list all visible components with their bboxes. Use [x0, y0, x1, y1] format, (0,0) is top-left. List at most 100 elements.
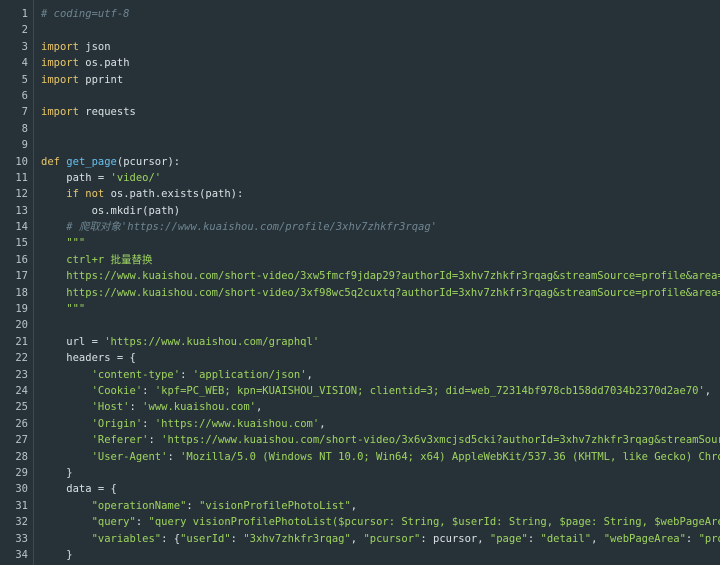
code-line[interactable]: 16 ctrl+r 批量替换	[0, 252, 720, 268]
code-area[interactable]: 1 # coding=utf-8 2 3 import json 4 import os.p…	[0, 6, 720, 563]
code-token-plain: : pcursor,	[420, 532, 490, 545]
line-number: 5	[21, 73, 28, 86]
code-line[interactable]: 6	[0, 88, 720, 104]
code-line[interactable]: 15 """	[0, 235, 720, 251]
code-token-plain: ,	[591, 532, 604, 545]
code-line[interactable]: 18 https://www.kuaishou.com/short-video/…	[0, 285, 720, 301]
code-token-plain: :	[142, 384, 155, 397]
code-token-string: 'https://www.kuaishou.com/short-video/3x…	[161, 434, 720, 447]
code-line[interactable]: 12 if not os.path.exists(path):	[0, 186, 720, 202]
code-line[interactable]: 11 path = 'video/'	[0, 170, 720, 186]
code-token-comment: # 爬取对象'https://www.kuaishou.com/profile/…	[41, 221, 438, 234]
code-line[interactable]: 20	[0, 317, 720, 333]
code-line[interactable]: 9	[0, 137, 720, 153]
line-number: 14	[15, 221, 28, 234]
code-token-plain: :	[230, 532, 244, 545]
code-line[interactable]: 10 def get_page(pcursor):	[0, 154, 720, 170]
code-line[interactable]: 26 'Origin': 'https://www.kuaishou.com',	[0, 416, 720, 432]
code-line[interactable]: 13 os.mkdir(path)	[0, 203, 720, 219]
code-token-keyword: not	[85, 188, 105, 201]
code-token-string: "query"	[91, 516, 136, 529]
code-text: "operationName": "visionProfilePhotoList…	[41, 498, 358, 514]
code-line[interactable]: 33 "variables": {"userId": "3xhv7zhkfr3r…	[0, 531, 720, 547]
line-number: 12	[15, 188, 28, 201]
code-token-string: "pcursor"	[363, 532, 421, 545]
code-token-plain: :	[142, 417, 155, 430]
code-line[interactable]: 30 data = {	[0, 481, 720, 497]
code-token-plain: ,	[319, 417, 326, 430]
code-line[interactable]: 27 'Referer': 'https://www.kuaishou.com/…	[0, 432, 720, 448]
code-token-keyword: import	[41, 57, 79, 70]
code-line[interactable]: 22 headers = {	[0, 350, 720, 366]
code-token-string: 'Mozilla/5.0 (Windows NT 10.0; Win64; x6…	[180, 450, 720, 463]
line-number: 16	[15, 253, 28, 266]
code-token-plain: data = {	[41, 483, 117, 496]
code-line[interactable]: 8	[0, 121, 720, 137]
line-number: 26	[15, 417, 28, 430]
code-token-plain: ,	[255, 401, 263, 414]
code-line[interactable]: 7 import requests	[0, 104, 720, 120]
code-line[interactable]: 28 'User-Agent': 'Mozilla/5.0 (Windows N…	[0, 449, 720, 465]
line-number: 18	[15, 286, 28, 299]
code-line[interactable]: 4 import os.path	[0, 55, 720, 71]
code-line[interactable]: 3 import json	[0, 39, 720, 55]
code-token-string: 'https://www.kuaishou.com'	[154, 417, 320, 430]
code-line[interactable]: 14 # 爬取对象'https://www.kuaishou.com/profi…	[0, 219, 720, 235]
code-token-string: "webPageArea"	[603, 532, 686, 545]
code-token-plain: os.mkdir(path)	[41, 204, 181, 217]
code-text: https://www.kuaishou.com/short-video/3xw…	[41, 268, 720, 284]
code-line[interactable]: 24 'Cookie': 'kpf=PC_WEB; kpn=KUAISHOU_V…	[0, 383, 720, 399]
code-token-keyword: if	[66, 188, 79, 201]
code-token-plain: path =	[41, 171, 111, 184]
code-line[interactable]: 21 url = 'https://www.kuaishou.com/graph…	[0, 334, 720, 350]
code-token-plain: os.path.exists(path):	[104, 188, 244, 201]
code-token-string: 'Origin'	[91, 417, 143, 430]
code-token-string: 'content-type'	[91, 368, 181, 381]
code-token-plain: ,	[704, 384, 712, 397]
code-token-plain: url =	[41, 335, 105, 348]
code-token-string: """	[41, 303, 86, 316]
code-line[interactable]: 19 """	[0, 301, 720, 317]
code-line[interactable]: 34 }	[0, 547, 720, 563]
code-line[interactable]: 31 "operationName": "visionProfilePhotoL…	[0, 498, 720, 514]
code-line[interactable]: 23 'content-type': 'application/json',	[0, 367, 720, 383]
code-token-plain: requests	[78, 106, 136, 119]
code-line[interactable]: 2	[0, 22, 720, 38]
code-token-string: "profilexxnull"	[698, 532, 720, 545]
line-number: 17	[15, 270, 28, 283]
code-token-string: "operationName"	[91, 499, 187, 512]
code-token-string: "3xhv7zhkfr3rqag"	[243, 532, 351, 545]
code-token-plain: (pcursor):	[116, 155, 181, 168]
code-token-string: https://www.kuaishou.com/short-video/3xf…	[66, 286, 720, 299]
code-line[interactable]: 32 "query": "query visionProfilePhotoLis…	[0, 514, 720, 530]
code-token-plain: :	[148, 434, 162, 447]
code-line[interactable]: 5 import pprint	[0, 72, 720, 88]
line-number: 6	[21, 89, 28, 102]
code-line[interactable]: 29 }	[0, 465, 720, 481]
code-token-plain: :	[167, 450, 181, 463]
code-text: https://www.kuaishou.com/short-video/3xf…	[41, 285, 720, 301]
line-number: 11	[15, 171, 28, 184]
code-token-plain: ,	[306, 368, 313, 381]
code-token-string: https://www.kuaishou.com/short-video/3xw…	[66, 270, 720, 283]
code-token-string: "page"	[489, 532, 528, 545]
code-text: import requests	[41, 104, 136, 120]
code-text: """	[41, 235, 85, 251]
code-line[interactable]: 1 # coding=utf-8	[0, 6, 720, 22]
code-text: import pprint	[41, 72, 123, 88]
code-text: url = 'https://www.kuaishou.com/graphql'	[41, 334, 319, 350]
code-line[interactable]: 17 https://www.kuaishou.com/short-video/…	[0, 268, 720, 284]
line-number: 2	[21, 24, 28, 37]
code-token-plain: }	[41, 466, 73, 479]
code-text: # 爬取对象'https://www.kuaishou.com/profile/…	[41, 219, 437, 235]
code-text: if not os.path.exists(path):	[41, 186, 243, 202]
code-token-string: 'application/json'	[192, 368, 307, 381]
code-line[interactable]: 25 'Host': 'www.kuaishou.com',	[0, 399, 720, 415]
code-editor[interactable]: 1 # coding=utf-8 2 3 import json 4 import os.p…	[0, 0, 720, 565]
line-number: 13	[15, 204, 28, 217]
